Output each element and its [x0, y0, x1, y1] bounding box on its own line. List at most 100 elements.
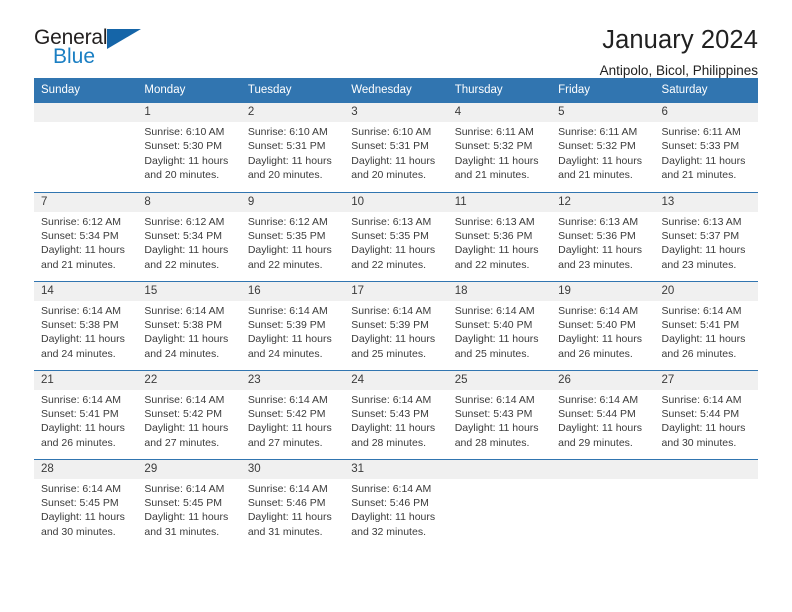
- weekday-header-sunday: Sunday: [34, 78, 138, 103]
- day-sunrise-text: Sunrise: 6:12 AM: [247, 215, 328, 228]
- day-daylight-line1-text: Daylight: 11 hours: [454, 154, 539, 167]
- day-sunrise-text: Sunrise: 6:14 AM: [144, 304, 225, 317]
- day-daylight-line2-text: and 22 minutes.: [247, 258, 323, 271]
- day-daylight-line2-text: and 28 minutes.: [351, 436, 426, 449]
- calendar-day-cell[interactable]: 17 Sunrise: 6:14 AM Sunset: 5:39 PM Dayligh…: [344, 280, 448, 370]
- calendar-day-cell[interactable]: 23 Sunrise: 6:14 AM Sunset: 5:42 PM Dayligh…: [240, 369, 345, 459]
- calendar-day-cell[interactable]: 31 Sunrise: 6:14 AM Sunset: 5:46 PM Dayligh…: [344, 458, 448, 548]
- day-sunrise-text: Sunrise: 6:14 AM: [558, 393, 639, 406]
- calendar-day-cell[interactable]: 5 Sunrise: 6:11 AM Sunset: 5:32 PM Daylight…: [551, 103, 655, 192]
- day-sunset-text: Sunset: 5:38 PM: [41, 318, 119, 331]
- calendar-day-cell[interactable]: 16 Sunrise: 6:14 AM Sunset: 5:39 PM Dayligh…: [240, 280, 345, 370]
- day-details: Sunrise: 6:14 AM Sunset: 5:46 PM Daylight:…: [241, 479, 344, 540]
- day-daylight-line1-text: Daylight: 11 hours: [454, 333, 539, 346]
- day-daylight-line1-text: Daylight: 11 hours: [661, 154, 746, 167]
- calendar-day-cell[interactable]: 11 Sunrise: 6:13 AM Sunset: 5:36 PM Dayligh…: [447, 191, 552, 281]
- calendar-day-cell[interactable]: 10 Sunrise: 6:13 AM Sunset: 5:35 PM Dayligh…: [344, 191, 448, 281]
- day-details: Sunrise: 6:11 AM Sunset: 5:32 PM Daylight:…: [551, 122, 654, 183]
- day-sunset-text: Sunset: 5:44 PM: [558, 407, 636, 420]
- calendar-week-row: 7 Sunrise: 6:12 AM Sunset: 5:34 PM Daylight…: [34, 191, 758, 281]
- day-daylight-line1-text: Daylight: 11 hours: [558, 154, 642, 167]
- calendar-day-cell[interactable]: 18 Sunrise: 6:14 AM Sunset: 5:40 PM Dayligh…: [447, 280, 552, 370]
- day-number: 8: [137, 192, 241, 212]
- day-details: Sunrise: 6:14 AM Sunset: 5:41 PM Daylight:…: [34, 390, 137, 451]
- day-sunrise-text: Sunrise: 6:14 AM: [454, 393, 535, 406]
- calendar-day-cell[interactable]: 25 Sunrise: 6:14 AM Sunset: 5:43 PM Dayligh…: [447, 369, 552, 459]
- day-sunrise-text: Sunrise: 6:13 AM: [454, 215, 535, 228]
- day-daylight-line2-text: and 31 minutes.: [144, 525, 220, 538]
- calendar-week-row: 21 Sunrise: 6:14 AM Sunset: 5:41 PM Dayligh…: [34, 369, 758, 459]
- calendar-day-cell[interactable]: 7 Sunrise: 6:12 AM Sunset: 5:34 PM Daylight…: [34, 191, 138, 281]
- day-number: 2: [240, 103, 345, 122]
- day-daylight-line2-text: and 21 minutes.: [41, 258, 116, 271]
- calendar-day-cell[interactable]: 4 Sunrise: 6:11 AM Sunset: 5:32 PM Daylight…: [447, 103, 552, 192]
- day-number: [447, 459, 552, 479]
- day-daylight-line1-text: Daylight: 11 hours: [41, 244, 125, 257]
- calendar-day-cell[interactable]: 8 Sunrise: 6:12 AM Sunset: 5:34 PM Daylight…: [137, 191, 241, 281]
- calendar-container: Sunday Monday Tuesday Wednesday Thursday…: [0, 78, 792, 548]
- calendar-day-cell[interactable]: 22 Sunrise: 6:14 AM Sunset: 5:42 PM Dayligh…: [137, 369, 241, 459]
- day-details: Sunrise: 6:14 AM Sunset: 5:38 PM Daylight:…: [34, 301, 137, 362]
- day-daylight-line1-text: Daylight: 11 hours: [351, 422, 436, 435]
- day-number: 5: [551, 103, 655, 122]
- day-daylight-line1-text: Daylight: 11 hours: [144, 154, 229, 167]
- day-number: 23: [240, 370, 345, 390]
- day-sunrise-text: Sunrise: 6:14 AM: [351, 482, 432, 495]
- day-daylight-line1-text: Daylight: 11 hours: [454, 244, 539, 257]
- day-daylight-line1-text: Daylight: 11 hours: [144, 422, 229, 435]
- day-daylight-line1-text: Daylight: 11 hours: [144, 244, 229, 257]
- day-number: 27: [654, 370, 758, 390]
- day-details: Sunrise: 6:14 AM Sunset: 5:40 PM Daylight:…: [448, 301, 551, 362]
- calendar-day-cell[interactable]: 28 Sunrise: 6:14 AM Sunset: 5:45 PM Dayligh…: [34, 458, 138, 548]
- day-daylight-line2-text: and 23 minutes.: [661, 258, 737, 271]
- day-daylight-line2-text: and 21 minutes.: [661, 169, 737, 182]
- day-sunset-text: Sunset: 5:36 PM: [454, 229, 533, 242]
- day-sunset-text: Sunset: 5:42 PM: [247, 407, 326, 420]
- day-daylight-line1-text: Daylight: 11 hours: [247, 333, 332, 346]
- calendar-day-cell[interactable]: 12 Sunrise: 6:13 AM Sunset: 5:36 PM Dayligh…: [551, 191, 655, 281]
- day-sunset-text: Sunset: 5:46 PM: [247, 496, 326, 509]
- day-sunrise-text: Sunrise: 6:14 AM: [41, 482, 121, 495]
- day-sunrise-text: Sunrise: 6:14 AM: [247, 393, 328, 406]
- day-details: Sunrise: 6:14 AM Sunset: 5:46 PM Daylight:…: [344, 479, 447, 540]
- day-daylight-line1-text: Daylight: 11 hours: [558, 422, 642, 435]
- day-number: 11: [447, 192, 552, 212]
- day-sunset-text: Sunset: 5:43 PM: [454, 407, 533, 420]
- day-details: Sunrise: 6:14 AM Sunset: 5:40 PM Daylight:…: [551, 301, 654, 362]
- day-number: 17: [344, 281, 448, 301]
- day-number: 30: [240, 459, 345, 479]
- calendar-day-cell[interactable]: 26 Sunrise: 6:14 AM Sunset: 5:44 PM Dayligh…: [551, 369, 655, 459]
- calendar-day-cell[interactable]: 6 Sunrise: 6:11 AM Sunset: 5:33 PM Daylight…: [654, 103, 758, 192]
- day-details: Sunrise: 6:10 AM Sunset: 5:31 PM Daylight:…: [344, 122, 447, 183]
- calendar-day-cell[interactable]: 15 Sunrise: 6:14 AM Sunset: 5:38 PM Dayligh…: [137, 280, 241, 370]
- day-daylight-line2-text: and 29 minutes.: [558, 436, 633, 449]
- brand-logo[interactable]: General Blue: [34, 25, 154, 73]
- calendar-day-cell[interactable]: 30 Sunrise: 6:14 AM Sunset: 5:46 PM Dayligh…: [240, 458, 345, 548]
- calendar-day-cell[interactable]: 21 Sunrise: 6:14 AM Sunset: 5:41 PM Dayligh…: [34, 369, 138, 459]
- calendar-day-cell[interactable]: 1 Sunrise: 6:10 AM Sunset: 5:30 PM Daylight…: [137, 103, 241, 192]
- day-number: [654, 459, 758, 479]
- calendar-day-cell[interactable]: 9 Sunrise: 6:12 AM Sunset: 5:35 PM Daylight…: [240, 191, 345, 281]
- calendar-day-cell[interactable]: 19 Sunrise: 6:14 AM Sunset: 5:40 PM Dayligh…: [551, 280, 655, 370]
- day-daylight-line2-text: and 21 minutes.: [558, 169, 633, 182]
- day-daylight-line1-text: Daylight: 11 hours: [558, 333, 642, 346]
- day-daylight-line2-text: and 25 minutes.: [351, 347, 426, 360]
- day-sunset-text: Sunset: 5:42 PM: [144, 407, 223, 420]
- weekday-header-row: Sunday Monday Tuesday Wednesday Thursday…: [34, 78, 758, 103]
- day-sunset-text: Sunset: 5:45 PM: [41, 496, 119, 509]
- day-daylight-line1-text: Daylight: 11 hours: [351, 244, 436, 257]
- calendar-day-cell[interactable]: 14 Sunrise: 6:14 AM Sunset: 5:38 PM Dayligh…: [34, 280, 138, 370]
- calendar-day-cell[interactable]: 20 Sunrise: 6:14 AM Sunset: 5:41 PM Dayligh…: [654, 280, 758, 370]
- calendar-day-cell[interactable]: 3 Sunrise: 6:10 AM Sunset: 5:31 PM Daylight…: [344, 103, 448, 192]
- day-sunset-text: Sunset: 5:32 PM: [558, 140, 636, 153]
- day-daylight-line1-text: Daylight: 11 hours: [661, 333, 746, 346]
- calendar-day-cell[interactable]: 2 Sunrise: 6:10 AM Sunset: 5:31 PM Daylight…: [240, 103, 345, 192]
- calendar-day-cell[interactable]: 29 Sunrise: 6:14 AM Sunset: 5:45 PM Dayligh…: [137, 458, 241, 548]
- calendar-day-cell[interactable]: 24 Sunrise: 6:14 AM Sunset: 5:43 PM Dayligh…: [344, 369, 448, 459]
- day-number: 18: [447, 281, 552, 301]
- calendar-day-cell[interactable]: 13 Sunrise: 6:13 AM Sunset: 5:37 PM Dayligh…: [654, 191, 758, 281]
- day-daylight-line2-text: and 20 minutes.: [144, 169, 220, 182]
- day-number: 29: [137, 459, 241, 479]
- page-subtitle: Antipolo, Bicol, Philippines: [599, 63, 758, 78]
- calendar-day-cell[interactable]: 27 Sunrise: 6:14 AM Sunset: 5:44 PM Dayligh…: [654, 369, 758, 459]
